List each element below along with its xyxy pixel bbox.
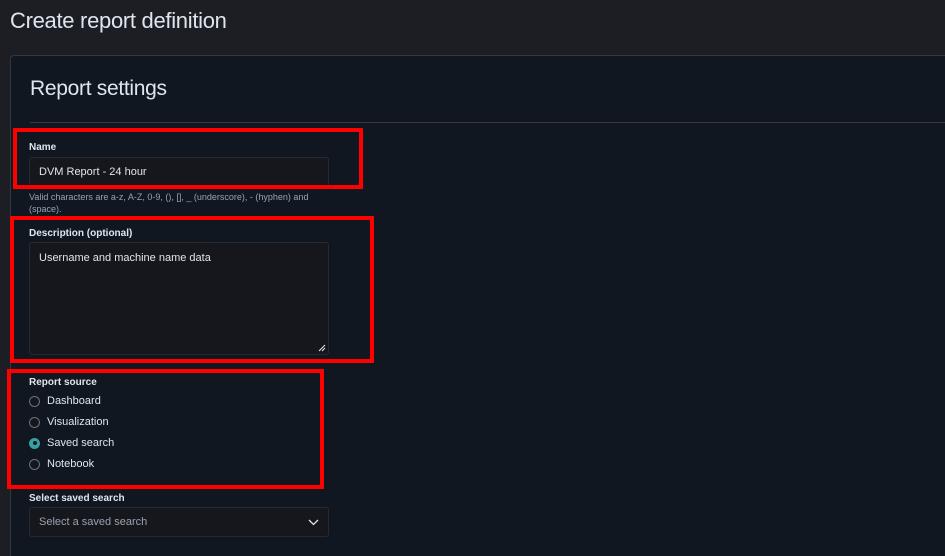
saved-search-placeholder: Select a saved search	[39, 516, 148, 528]
description-label: Description (optional)	[29, 228, 133, 239]
radio-label-visualization: Visualization	[47, 416, 109, 428]
radio-visualization[interactable]: Visualization	[29, 414, 109, 430]
page: Create report definition Report settings…	[0, 0, 945, 556]
radio-button-checked[interactable]	[29, 437, 40, 449]
chevron-down-icon	[308, 519, 319, 525]
radio-button[interactable]	[29, 458, 40, 470]
radio-button[interactable]	[29, 395, 40, 407]
name-help-text: Valid characters are a-z, A-Z, 0-9, (), …	[29, 192, 309, 214]
radio-dashboard[interactable]: Dashboard	[29, 393, 101, 409]
radio-label-dashboard: Dashboard	[47, 395, 101, 407]
radio-saved-search[interactable]: Saved search	[29, 435, 114, 451]
name-input[interactable]	[29, 157, 329, 187]
radio-label-saved-search: Saved search	[47, 437, 115, 449]
report-source-label: Report source	[29, 377, 97, 388]
saved-search-label: Select saved search	[29, 493, 125, 504]
radio-button[interactable]	[29, 416, 40, 428]
radio-label-notebook: Notebook	[47, 458, 95, 470]
name-label: Name	[29, 142, 57, 153]
panel-divider	[30, 122, 945, 123]
panel-title: Report settings	[30, 77, 167, 100]
radio-notebook[interactable]: Notebook	[29, 456, 94, 472]
page-title: Create report definition	[10, 8, 227, 33]
saved-search-select[interactable]: Select a saved search	[29, 507, 329, 537]
resize-grip-icon[interactable]	[318, 344, 326, 352]
description-textarea[interactable]: Username and machine name data	[29, 242, 329, 355]
